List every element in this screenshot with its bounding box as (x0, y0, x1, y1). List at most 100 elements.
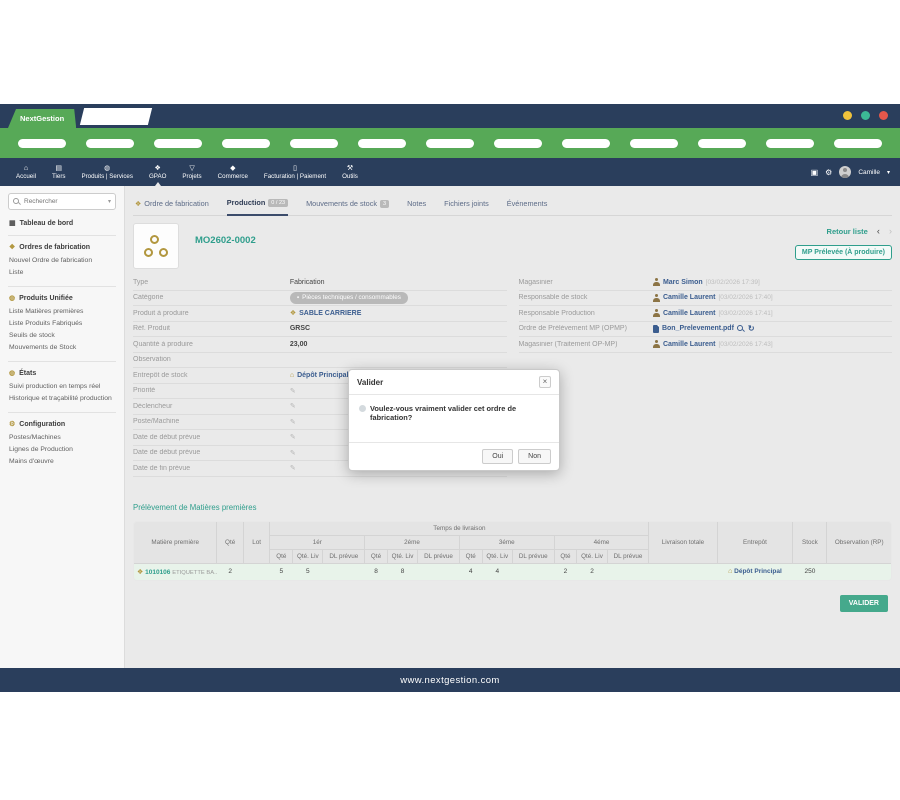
tab-label: Mouvements de stock (306, 199, 378, 208)
nav-label: Accueil (16, 172, 36, 180)
material-code-link[interactable]: 1010106 (145, 569, 170, 576)
nav-accueil[interactable]: ⌂ Accueil (8, 158, 44, 186)
sidebar-item-seuils-de-stock[interactable]: Seuils de stock (9, 330, 115, 342)
user-icon (652, 278, 660, 287)
menu-pill (494, 138, 542, 148)
help-icon[interactable]: ⚙ (825, 168, 832, 177)
edit-icon[interactable]: ✎ (290, 387, 296, 395)
sidebar-item-postes-machines[interactable]: Postes/Machines (9, 432, 115, 444)
warehouse-cell-link[interactable]: ⌂ Dépôt Principal (728, 568, 782, 575)
sidebar-item-tableau-de-bord[interactable]: ▦ Tableau de bord (8, 210, 116, 236)
cell-d4-dl (607, 562, 649, 580)
sidebar-item-lignes-production[interactable]: Lignes de Production (9, 444, 115, 456)
tab-ordre-de-fabrication[interactable]: ❖ Ordre de fabrication (135, 199, 209, 215)
main-navbar: ⌂ Accueil ▤ Tiers ◍ Produits | Services … (0, 158, 900, 186)
table-row: ❖ 1010106 ETIQUETTE BA... 2 5 5 8 8 4 4 … (134, 562, 891, 580)
tab-mouvements-de-stock[interactable]: Mouvements de stock 3 (306, 199, 390, 215)
confirm-yes-button[interactable]: Oui (482, 449, 514, 464)
sidebar-section-title[interactable]: ⚙ Configuration (9, 420, 115, 429)
section-title-label: Produits Unifiée (19, 294, 73, 302)
window-dot-minimize[interactable] (843, 111, 852, 120)
section-title-label: Ordres de fabrication (19, 243, 91, 251)
col-group-delivery: Temps de livraison (269, 521, 650, 536)
tab-fichiers-joints[interactable]: Fichiers joints (444, 199, 489, 215)
tab-label: Production (226, 198, 266, 207)
tab-production[interactable]: Production 0 / 23 (226, 198, 289, 216)
nav-produits-services[interactable]: ◍ Produits | Services (73, 158, 140, 186)
sidebar-item-liste[interactable]: Liste (9, 267, 115, 279)
timestamp: [03/02/2026 17:39] (705, 278, 760, 286)
user-link[interactable]: Marc Simon (663, 279, 703, 286)
nav-projets[interactable]: ▽ Projets (174, 158, 209, 186)
user-link[interactable]: Camille Laurent (663, 294, 716, 301)
nav-facturation-paiement[interactable]: ▯ Facturation | Paiement (256, 158, 334, 186)
pdf-link[interactable]: Bon_Prelevement.pdf (662, 325, 734, 332)
edit-icon[interactable]: ✎ (290, 464, 296, 472)
warehouse-link[interactable]: Dépôt Principal (297, 372, 348, 379)
edit-icon[interactable]: ✎ (290, 402, 296, 410)
sidebar-section-title[interactable]: ◍ Produits Unifiée (9, 294, 115, 303)
validate-confirmation-modal: Valider × Voulez-vous vraiment valider c… (348, 369, 560, 471)
sidebar-item-nouvel-ordre[interactable]: Nouvel Ordre de fabrication (9, 255, 115, 267)
printer-icon[interactable]: ▣ (811, 168, 819, 177)
sub-header-dl: DL prévue (322, 548, 366, 564)
tab-notes[interactable]: Notes (407, 199, 426, 215)
chart-icon: ▦ (9, 220, 16, 227)
window-dot-close[interactable] (879, 111, 888, 120)
search-input[interactable] (24, 198, 102, 205)
redacted-logo-area (79, 108, 153, 125)
user-avatar[interactable] (839, 166, 852, 178)
chevron-right-icon[interactable]: › (889, 226, 892, 236)
close-icon[interactable]: × (539, 376, 551, 388)
sidebar-search: ▾ (8, 193, 116, 210)
nav-gpao[interactable]: ❖ GPAO (141, 158, 174, 186)
user-menu[interactable]: Camille (858, 169, 880, 176)
status-badge[interactable]: MP Prélevée (À produire) (794, 245, 892, 260)
chevron-down-icon[interactable]: ▾ (887, 169, 890, 176)
sub-header-qty: Qté (269, 548, 294, 564)
product-link[interactable]: SABLE CARRIERE (299, 310, 361, 317)
back-to-list-link[interactable]: Retour liste (827, 227, 868, 236)
edit-icon[interactable]: ✎ (290, 433, 296, 441)
chevron-left-icon[interactable]: ‹ (877, 226, 880, 236)
sub-header-qty-liv: Qté. Liv (481, 548, 513, 564)
picking-section-title: Prélèvement de Matières premières (133, 502, 257, 512)
user-link[interactable]: Camille Laurent (663, 341, 716, 348)
confirm-no-button[interactable]: Non (518, 449, 551, 464)
user-icon (652, 293, 660, 302)
sub-header-dl: DL prévue (511, 548, 555, 564)
menu-pill (290, 138, 338, 148)
nav-label: Projets (182, 172, 202, 180)
refresh-icon[interactable]: ↻ (748, 324, 755, 333)
sidebar-item-liste-matieres[interactable]: Liste Matières premières (9, 306, 115, 318)
nav-commerce[interactable]: ◆ Commerce (210, 158, 256, 186)
sidebar-section-title[interactable]: ❖ Ordres de fabrication (9, 243, 115, 252)
user-link[interactable]: Camille Laurent (663, 310, 716, 317)
sidebar-item-mains-doeuvre[interactable]: Mains d'œuvre (9, 456, 115, 468)
preview-icon[interactable] (736, 324, 745, 333)
search-caret-icon[interactable]: ▾ (108, 198, 111, 205)
tab-evenements[interactable]: Événements (507, 199, 548, 215)
edit-icon[interactable]: ✎ (290, 418, 296, 426)
window-dot-maximize[interactable] (861, 111, 870, 120)
modal-title: Valider (357, 377, 384, 387)
sidebar-item-liste-produits-fabriques[interactable]: Liste Produits Fabriqués (9, 318, 115, 330)
sub-header-qty: Qté (458, 548, 483, 564)
nav-outils[interactable]: ⚒ Outils (334, 158, 366, 186)
field-label: Date de début prévue (133, 433, 201, 441)
col-header-total: Livraison totale (648, 521, 718, 564)
gear-icon: ⚙ (9, 421, 16, 428)
pdf-file-icon (652, 324, 659, 333)
sidebar-item-mouvements-de-stock[interactable]: Mouvements de Stock (9, 342, 115, 354)
sidebar-section-title[interactable]: ◍ États (9, 369, 115, 378)
sidebar-item-suivi-production[interactable]: Suivi production en temps réel (9, 381, 115, 393)
order-icon-box (133, 223, 179, 269)
product-icon: ❖ (289, 310, 297, 318)
info-icon (359, 405, 366, 412)
validate-button[interactable]: VALIDER (839, 594, 888, 612)
field-label: Responsable Production (518, 309, 595, 317)
sidebar-item-historique-tracabilite[interactable]: Historique et traçabilité production (9, 393, 115, 405)
edit-icon[interactable]: ✎ (290, 449, 296, 457)
nav-tiers[interactable]: ▤ Tiers (44, 158, 74, 186)
field-label: Entrepôt de stock (133, 371, 188, 379)
